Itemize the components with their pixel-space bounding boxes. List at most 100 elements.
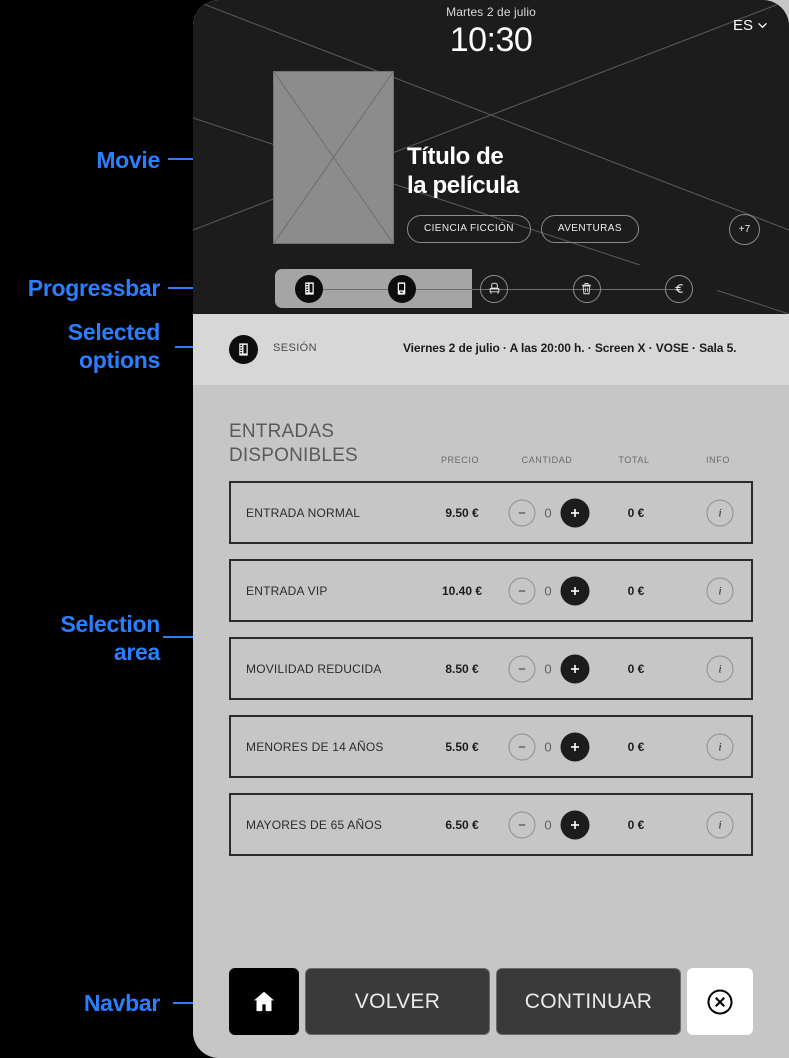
ticket-type-label: ENTRADA NORMAL	[246, 505, 361, 520]
annotation-progressbar: Progressbar	[27, 275, 161, 301]
popcorn-icon	[582, 282, 591, 295]
table-row: MAYORES DE 65 AÑOS 6.50 € 0 0 € i	[229, 793, 753, 856]
quantity-stepper: 0	[508, 576, 590, 605]
ticket-type-label: MENORES DE 14 AÑOS	[246, 739, 384, 754]
language-selector[interactable]: ES	[733, 17, 767, 34]
selected-options-bar: SESIÓN Viernes 2 de julio · A las 20:00 …	[193, 314, 789, 385]
info-icon[interactable]: i	[706, 811, 734, 838]
ticket-price: 10.40 €	[441, 583, 483, 598]
decrease-quantity-button[interactable]	[508, 655, 536, 682]
table-row: MOVILIDAD REDUCIDA 8.50 € 0 0 € i	[229, 637, 753, 700]
clock: Martes 2 de julio 10:30	[193, 5, 789, 60]
plus-icon	[570, 586, 580, 595]
minus-icon	[518, 511, 526, 514]
back-button[interactable]: VOLVER	[305, 968, 490, 1035]
film-strip-icon	[304, 282, 314, 295]
column-header-total: TOTAL	[618, 455, 650, 465]
column-header-info: INFO	[706, 455, 730, 465]
info-icon[interactable]: i	[706, 733, 734, 760]
ticket-total: 0 €	[627, 505, 645, 520]
quantity-value: 0	[544, 661, 552, 676]
clock-time: 10:30	[449, 21, 533, 59]
progress-step-seats[interactable]	[480, 274, 508, 303]
quantity-value: 0	[544, 505, 552, 520]
decrease-quantity-button[interactable]	[508, 811, 536, 838]
selection-area: ENTRADAS DISPONIBLES PRECIO CANTIDAD TOT…	[193, 385, 789, 1058]
age-rating-badge: +7	[729, 214, 760, 245]
annotation-selected-options: Selected options	[67, 319, 161, 373]
quantity-stepper: 0	[508, 654, 590, 683]
decrease-quantity-button[interactable]	[508, 733, 536, 760]
annotation-navbar: Navbar	[83, 990, 160, 1016]
kiosk-panel: Martes 2 de julio 10:30 ES Título de la …	[193, 0, 789, 1058]
ticket-type-label: MOVILIDAD REDUCIDA	[246, 661, 382, 676]
ticket-icon	[397, 282, 406, 295]
decrease-quantity-button[interactable]	[508, 499, 536, 526]
session-value: Viernes 2 de julio · A las 20:00 h. · Sc…	[403, 341, 737, 355]
progress-step-payment[interactable]	[665, 274, 693, 303]
column-headers: PRECIO CANTIDAD TOTAL INFO	[229, 455, 753, 469]
placeholder-image-icon	[274, 72, 393, 243]
ticket-total: 0 €	[627, 739, 645, 754]
ticket-total: 0 €	[627, 817, 645, 832]
session-badge	[229, 335, 258, 364]
ticket-price: 9.50 €	[445, 505, 479, 520]
movie-title: Título de la película	[407, 143, 519, 199]
home-icon	[253, 991, 275, 1011]
decrease-quantity-button[interactable]	[508, 577, 536, 604]
quantity-stepper: 0	[508, 732, 590, 761]
info-icon[interactable]: i	[706, 499, 734, 526]
increase-quantity-button[interactable]	[560, 498, 590, 527]
home-button[interactable]	[229, 968, 299, 1035]
increase-quantity-button[interactable]	[560, 732, 590, 761]
increase-quantity-button[interactable]	[560, 810, 590, 839]
continue-button[interactable]: CONTINUAR	[496, 968, 681, 1035]
movie-genre-tags: CIENCIA FICCIÓN AVENTURAS	[407, 215, 639, 243]
ticket-type-label: MAYORES DE 65 AÑOS	[246, 817, 383, 832]
plus-icon	[570, 742, 580, 751]
increase-quantity-button[interactable]	[560, 654, 590, 683]
genre-tag[interactable]: CIENCIA FICCIÓN	[407, 215, 531, 243]
chevron-down-icon	[758, 23, 767, 29]
info-icon[interactable]: i	[706, 655, 734, 682]
minus-icon	[518, 667, 526, 670]
column-header-precio: PRECIO	[440, 455, 480, 465]
language-label: ES	[732, 17, 753, 34]
clock-date: Martes 2 de julio	[446, 5, 536, 19]
minus-icon	[518, 745, 526, 748]
table-row: ENTRADA VIP 10.40 € 0 0 € i	[229, 559, 753, 622]
ticket-total: 0 €	[627, 661, 645, 676]
ticket-price: 8.50 €	[445, 661, 479, 676]
ticket-total: 0 €	[627, 583, 645, 598]
quantity-value: 0	[544, 739, 552, 754]
progress-step-session[interactable]	[295, 274, 323, 303]
quantity-value: 0	[544, 583, 552, 598]
progress-step-extras[interactable]	[572, 274, 601, 303]
movie-poster	[273, 71, 394, 244]
film-strip-icon	[239, 343, 248, 356]
genre-tag[interactable]: AVENTURAS	[540, 215, 639, 243]
minus-icon	[518, 589, 526, 592]
info-icon[interactable]: i	[706, 577, 734, 604]
annotation-selection-area: Selection area	[60, 611, 160, 665]
close-button[interactable]	[687, 968, 753, 1035]
table-row: ENTRADA NORMAL 9.50 € 0 0 € i	[229, 481, 753, 544]
quantity-value: 0	[544, 817, 552, 832]
seat-icon	[489, 282, 499, 294]
euro-icon	[674, 284, 683, 293]
ticket-type-label: ENTRADA VIP	[246, 583, 328, 598]
plus-icon	[570, 508, 580, 517]
annotation-movie: Movie	[96, 147, 160, 173]
progressbar	[271, 265, 717, 312]
ticket-price: 5.50 €	[445, 739, 479, 754]
session-label: SESIÓN	[273, 342, 317, 354]
quantity-stepper: 0	[508, 498, 590, 527]
navbar: VOLVER CONTINUAR	[229, 968, 753, 1035]
progress-step-tickets[interactable]	[387, 274, 416, 303]
close-circle-icon	[707, 989, 733, 1014]
plus-icon	[570, 820, 580, 829]
increase-quantity-button[interactable]	[560, 576, 590, 605]
ticket-price: 6.50 €	[445, 817, 479, 832]
plus-icon	[570, 664, 580, 673]
column-header-cantidad: CANTIDAD	[521, 455, 573, 465]
